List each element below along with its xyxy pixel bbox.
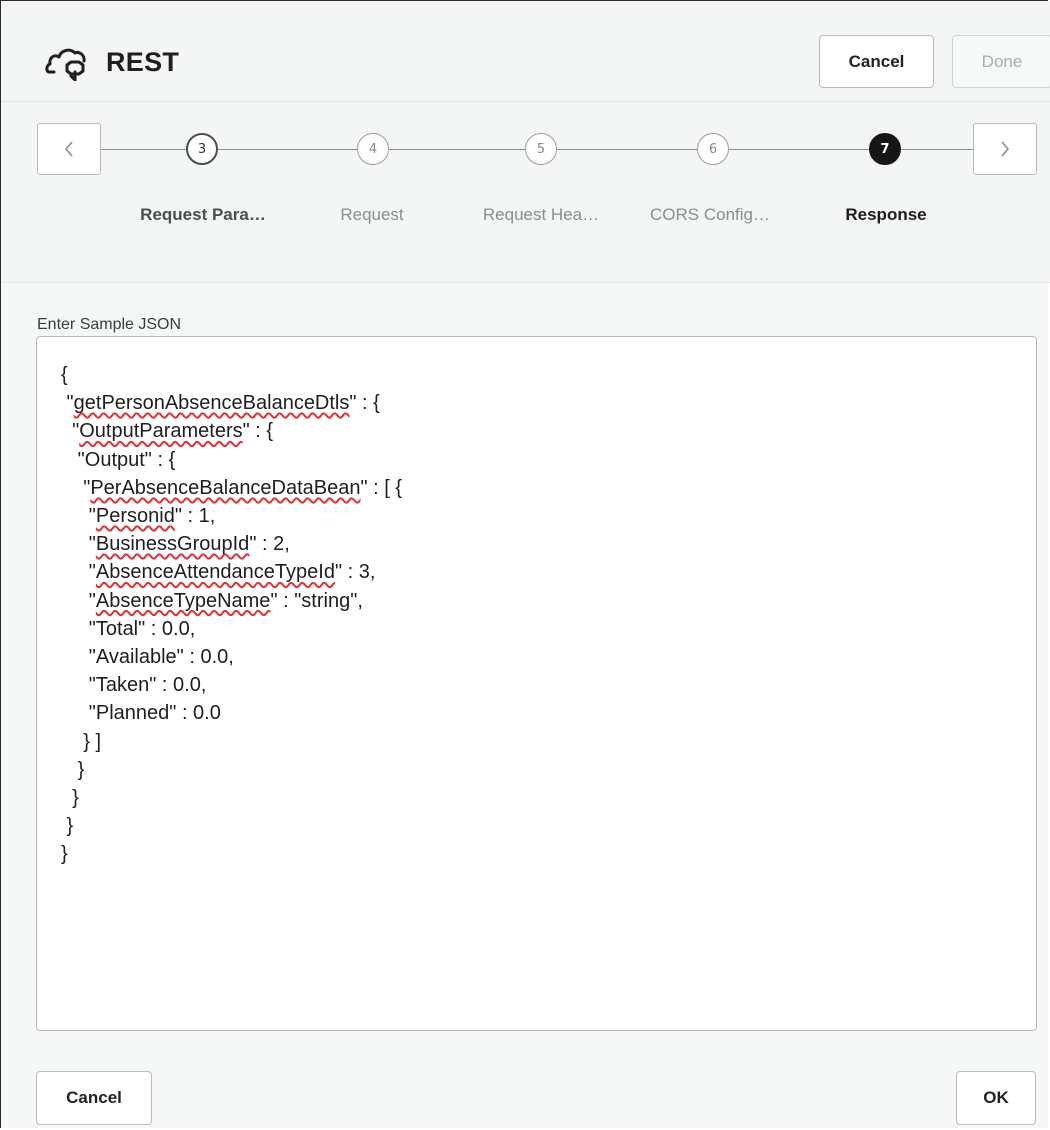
next-step-button[interactable]	[973, 123, 1037, 175]
header-cancel-button[interactable]: Cancel	[819, 35, 934, 88]
spellcheck-word: AbsenceTypeName	[95, 589, 271, 612]
wizard-train: 3 Request Para… 4 Request 5 Request Hea……	[1, 102, 1050, 283]
step-3-label[interactable]: Request Para…	[140, 205, 266, 225]
chevron-left-icon	[64, 141, 73, 157]
cloud-connector-icon	[45, 48, 86, 81]
json-line: "Total" : 0.0,	[61, 617, 196, 640]
dialog-title: REST	[106, 47, 180, 77]
json-line: }	[61, 758, 85, 781]
json-line: }	[61, 843, 68, 866]
json-line: "Taken" : 0.0,	[61, 674, 207, 697]
json-line: } ]	[61, 730, 102, 753]
json-line: "Output" : {	[61, 448, 176, 471]
spellcheck-word: PerAbsenceBalanceDataBean	[90, 476, 361, 499]
spellcheck-word: AbsenceAttendanceTypeId	[95, 561, 335, 584]
ok-button[interactable]: OK	[956, 1071, 1036, 1125]
step-3-circle[interactable]: 3	[186, 133, 218, 165]
sample-json-content[interactable]: { "getPersonAbsenceBalanceDtls" : { "Out…	[61, 361, 1036, 869]
dialog-header: REST Cancel Done	[1, 1, 1050, 102]
step-4-label[interactable]: Request	[340, 205, 403, 225]
header-done-button[interactable]: Done	[952, 35, 1050, 88]
json-line: }	[61, 815, 74, 838]
json-line: "OutputParameters" : {	[61, 420, 274, 443]
sample-json-label: Enter Sample JSON	[37, 316, 182, 333]
json-line: "PerAbsenceBalanceDataBean" : [ {	[61, 476, 403, 499]
json-line: "Available" : 0.0,	[61, 646, 234, 669]
step-5-circle[interactable]: 5	[525, 133, 557, 165]
spellcheck-word: BusinessGroupId	[95, 533, 250, 556]
json-line: }	[61, 787, 79, 810]
json-line: {	[61, 364, 68, 386]
sample-json-textarea[interactable]: { "getPersonAbsenceBalanceDtls" : { "Out…	[36, 336, 1037, 1031]
step-7-circle[interactable]: 7	[869, 133, 901, 165]
train-connector	[389, 149, 525, 150]
json-line: "AbsenceTypeName" : "string",	[61, 589, 363, 612]
spellcheck-word: getPersonAbsenceBalanceDtls	[73, 392, 350, 415]
json-line: "getPersonAbsenceBalanceDtls" : {	[61, 392, 380, 415]
spellcheck-word: Personid	[95, 505, 175, 528]
previous-step-button[interactable]	[37, 123, 101, 175]
train-connector	[218, 149, 357, 150]
step-6-circle[interactable]: 6	[697, 133, 729, 165]
spellcheck-word: OutputParameters	[79, 420, 243, 443]
json-line: "BusinessGroupId" : 2,	[61, 533, 290, 556]
train-connector	[901, 149, 973, 150]
chevron-right-icon	[1001, 141, 1010, 157]
step-6-label[interactable]: CORS Config…	[650, 205, 770, 225]
step-4-circle[interactable]: 4	[357, 133, 389, 165]
train-connector	[101, 149, 186, 150]
train-connector	[729, 149, 869, 150]
json-line: "AbsenceAttendanceTypeId" : 3,	[61, 561, 376, 584]
footer-cancel-button[interactable]: Cancel	[36, 1071, 152, 1125]
json-line: "Planned" : 0.0	[61, 702, 221, 725]
json-line: "Personid" : 1,	[61, 505, 216, 528]
train-connector	[557, 149, 697, 150]
step-5-label[interactable]: Request Hea…	[483, 205, 599, 225]
step-7-label[interactable]: Response	[845, 205, 926, 225]
